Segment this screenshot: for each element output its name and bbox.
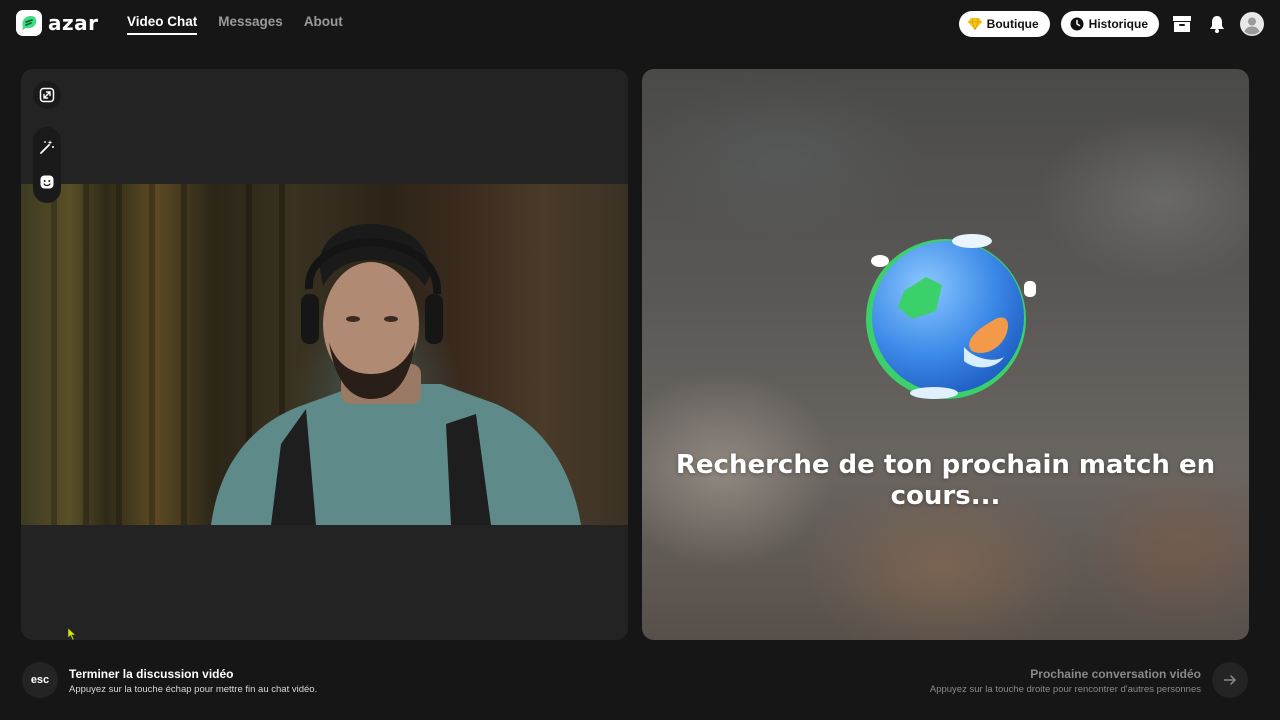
boutique-button[interactable]: Boutique (958, 11, 1050, 37)
clock-icon (1070, 17, 1084, 31)
user-webcam-image (211, 224, 581, 525)
local-video-panel (21, 69, 628, 640)
globe-icon (866, 234, 1036, 399)
searching-status-text: Recherche de ton prochain match en cours… (675, 450, 1216, 511)
mouse-cursor-icon (67, 627, 77, 641)
end-chat-hint: Terminer la discussion vidéo Appuyez sur… (69, 667, 317, 695)
store-icon[interactable] (1170, 12, 1194, 36)
next-chat-subtitle: Appuyez sur la touche droite pour rencon… (929, 684, 1201, 695)
esc-button[interactable]: esc (22, 662, 58, 698)
remote-video-panel: Recherche de ton prochain match en cours… (642, 69, 1249, 640)
end-chat-title: Terminer la discussion vidéo (69, 667, 234, 681)
magic-wand-icon (40, 140, 54, 154)
next-chat-hint: Prochaine conversation vidéo Appuyez sur… (930, 667, 1201, 695)
azar-logo[interactable]: azar (16, 10, 99, 36)
expand-icon (39, 87, 55, 103)
logo-text: azar (48, 11, 99, 35)
bell-icon[interactable] (1205, 12, 1229, 36)
arrow-right-icon (1223, 675, 1236, 685)
magic-effects-button[interactable] (33, 133, 61, 161)
azar-logo-icon (16, 10, 42, 36)
diamond-icon (967, 17, 982, 31)
expand-button[interactable] (33, 81, 61, 109)
boutique-label: Boutique (986, 17, 1039, 31)
header-actions: Boutique Historique (958, 11, 1264, 37)
avatar-icon[interactable] (1240, 12, 1264, 36)
nav-video-chat[interactable]: Video Chat (127, 14, 198, 35)
next-chat-title: Prochaine conversation vidéo (1030, 667, 1201, 681)
historique-button[interactable]: Historique (1060, 11, 1159, 37)
nav-messages[interactable]: Messages (218, 14, 283, 35)
face-sticker-icon (40, 175, 54, 189)
next-chat-button[interactable] (1212, 662, 1248, 698)
local-camera-feed (21, 184, 628, 525)
effects-toolbar (33, 127, 61, 203)
top-bar: azar Video Chat Messages About Boutique … (0, 0, 1280, 48)
historique-label: Historique (1088, 17, 1148, 31)
end-chat-subtitle: Appuyez sur la touche échap pour mettre … (69, 684, 318, 695)
main-nav: Video Chat Messages About (127, 14, 343, 35)
nav-about[interactable]: About (304, 14, 343, 35)
face-sticker-button[interactable] (33, 168, 61, 196)
